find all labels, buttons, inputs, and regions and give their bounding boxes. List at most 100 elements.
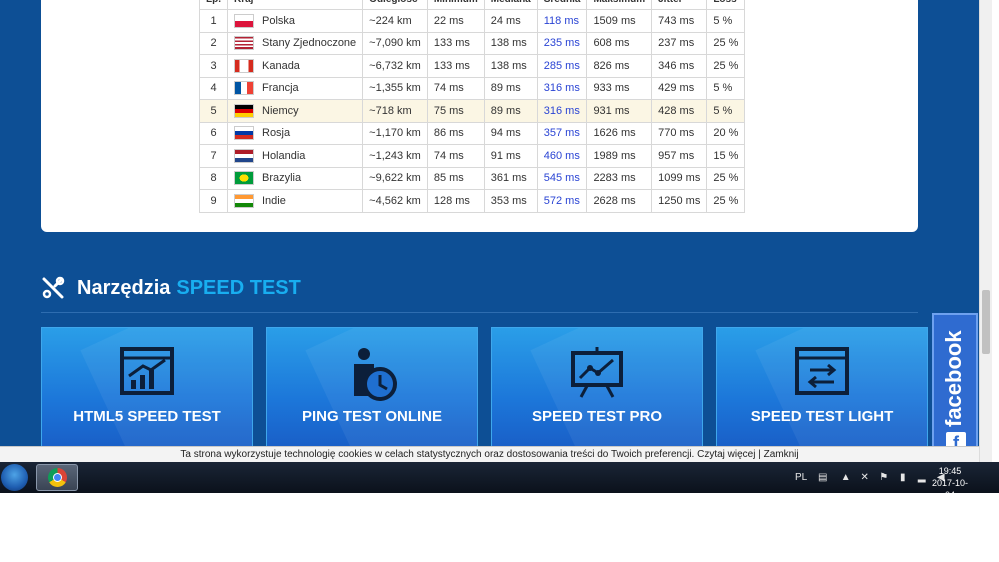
jitter-cell: 957 ms <box>651 144 708 168</box>
column-header: Lp. <box>199 0 228 10</box>
table-row: 4 Francja ~1,355 km 74 ms 89 ms 316 ms 933 ms 4… <box>199 76 746 100</box>
signal-icon[interactable]: ▂ <box>916 472 927 483</box>
card-speed-test-pro[interactable]: SPEED TEST PRO <box>491 327 703 462</box>
average-cell: 118 ms <box>536 9 588 33</box>
row-number: 1 <box>199 9 228 33</box>
jitter-cell: 1250 ms <box>651 189 708 213</box>
country-name: Polska <box>262 14 296 27</box>
language-indicator[interactable]: PL <box>795 472 807 483</box>
flag-br-icon <box>234 171 254 186</box>
jitter-cell: 429 ms <box>651 76 708 100</box>
loss-cell: 25 % <box>706 31 746 55</box>
table-row: 8 Brazylia ~9,622 km 85 ms 361 ms 545 ms 2283 … <box>199 166 746 190</box>
card-html5-speed-test[interactable]: HTML5 SPEED TEST <box>41 327 253 462</box>
chrome-taskbar-button[interactable] <box>36 464 78 491</box>
country-name: Holandia <box>262 149 306 162</box>
system-tray: PL ▤ ▲ ✕ ⚑ ▮ ▂ ◀ <box>795 462 950 493</box>
loss-cell: 25 % <box>706 189 746 213</box>
minimum-cell: 128 ms <box>426 189 485 213</box>
average-cell: 285 ms <box>536 54 588 78</box>
jitter-cell: 237 ms <box>651 31 708 55</box>
action-center-icon[interactable]: ⚑ <box>878 472 889 483</box>
country-name: Francja <box>262 82 299 95</box>
median-cell: 89 ms <box>483 76 538 100</box>
loss-cell: 15 % <box>706 144 746 168</box>
tools-title-highlight: SPEED TEST <box>176 276 301 299</box>
median-cell: 138 ms <box>483 31 538 55</box>
minimum-cell: 75 ms <box>426 99 485 123</box>
loss-cell: 25 % <box>706 166 746 190</box>
tools-icon <box>42 276 65 299</box>
facebook-tab[interactable]: facebook f <box>932 313 978 462</box>
card-label: SPEED TEST PRO <box>531 408 663 425</box>
column-header: Jitter <box>651 0 708 10</box>
loss-cell: 5 % <box>706 99 746 123</box>
maximum-cell: 931 ms <box>586 99 653 123</box>
column-header: Kraj <box>226 0 364 10</box>
clock-time: 19:45 <box>938 466 962 476</box>
results-panel: Lp.KrajOdległośćMinimumMedianaŚredniaMak… <box>41 0 918 232</box>
table-row: 5 Niemcy ~718 km 75 ms 89 ms 316 ms 931 ms 428 … <box>199 99 746 123</box>
flag-us-icon <box>234 36 254 51</box>
average-cell: 316 ms <box>536 76 588 100</box>
distance-cell: ~718 km <box>362 99 428 123</box>
minimum-cell: 133 ms <box>426 31 485 55</box>
row-number: 7 <box>199 144 228 168</box>
column-header: Mediana <box>483 0 538 10</box>
chrome-icon <box>48 468 67 487</box>
flag-ca-icon <box>234 58 254 73</box>
facebook-label: facebook <box>941 330 966 427</box>
maximum-cell: 608 ms <box>586 31 653 55</box>
loss-cell: 25 % <box>706 54 746 78</box>
flag-nl-icon <box>234 148 254 163</box>
minimum-cell: 133 ms <box>426 54 485 78</box>
loss-cell: 5 % <box>706 9 746 33</box>
table-row: 1 Polska ~224 km 22 ms 24 ms 118 ms 1509 ms 743… <box>199 9 746 33</box>
row-number: 8 <box>199 166 228 190</box>
average-cell: 545 ms <box>536 166 588 190</box>
median-cell: 361 ms <box>483 166 538 190</box>
minimum-cell: 85 ms <box>426 166 485 190</box>
card-label: HTML5 SPEED TEST <box>73 408 221 425</box>
country-name: Stany Zjednoczone <box>262 37 357 50</box>
card-label: PING TEST ONLINE <box>301 408 442 425</box>
card-speed-test-light[interactable]: SPEED TEST LIGHT <box>716 327 928 462</box>
power-icon[interactable]: ▮ <box>897 472 908 483</box>
cookie-notice-text: Ta strona wykorzystuje technologię cooki… <box>180 449 799 460</box>
clock-date: 2017-10-04 <box>931 478 969 500</box>
table-body: 1 Polska ~224 km 22 ms 24 ms 118 ms 1509 ms 743… <box>199 9 746 213</box>
country-cell: Polska <box>226 9 364 33</box>
table-row: 3 Kanada ~6,732 km 133 ms 138 ms 285 ms 826 ms… <box>199 54 746 78</box>
country-cell: Holandia <box>226 144 364 168</box>
distance-cell: ~9,622 km <box>362 166 428 190</box>
average-cell: 460 ms <box>536 144 588 168</box>
vertical-scrollbar[interactable] <box>979 0 992 462</box>
minimum-cell: 74 ms <box>426 144 485 168</box>
maximum-cell: 2628 ms <box>586 189 653 213</box>
flag-ru-icon <box>234 126 254 141</box>
country-cell: Brazylia <box>226 166 364 190</box>
scrollbar-thumb[interactable] <box>982 290 990 354</box>
jitter-cell: 1099 ms <box>651 166 708 190</box>
show-hidden-icons-icon[interactable]: ▲ <box>840 472 851 483</box>
country-cell: Niemcy <box>226 99 364 123</box>
maximum-cell: 933 ms <box>586 76 653 100</box>
column-header: Minimum <box>426 0 485 10</box>
taskbar-clock[interactable]: 19:45 2017-10-04 <box>928 465 972 501</box>
flag-fr-icon <box>234 81 254 96</box>
table-row: 2 Stany Zjednoczone ~7,090 km 133 ms 138 ms 2… <box>199 31 746 55</box>
column-header: Średnia <box>536 0 588 10</box>
maximum-cell: 1989 ms <box>586 144 653 168</box>
distance-cell: ~1,355 km <box>362 76 428 100</box>
jitter-cell: 743 ms <box>651 9 708 33</box>
column-header: Odległość <box>362 0 428 10</box>
keyboard-icon[interactable]: ▤ <box>817 472 828 483</box>
network-warning-icon[interactable]: ✕ <box>859 472 870 483</box>
start-button[interactable] <box>1 464 28 491</box>
average-cell: 316 ms <box>536 99 588 123</box>
tools-title-prefix: Narzędzia <box>77 276 171 299</box>
minimum-cell: 22 ms <box>426 9 485 33</box>
card-ping-test-online[interactable]: PING TEST ONLINE <box>266 327 478 462</box>
browser-viewport: Lp.KrajOdległośćMinimumMedianaŚredniaMak… <box>0 0 979 462</box>
distance-cell: ~224 km <box>362 9 428 33</box>
